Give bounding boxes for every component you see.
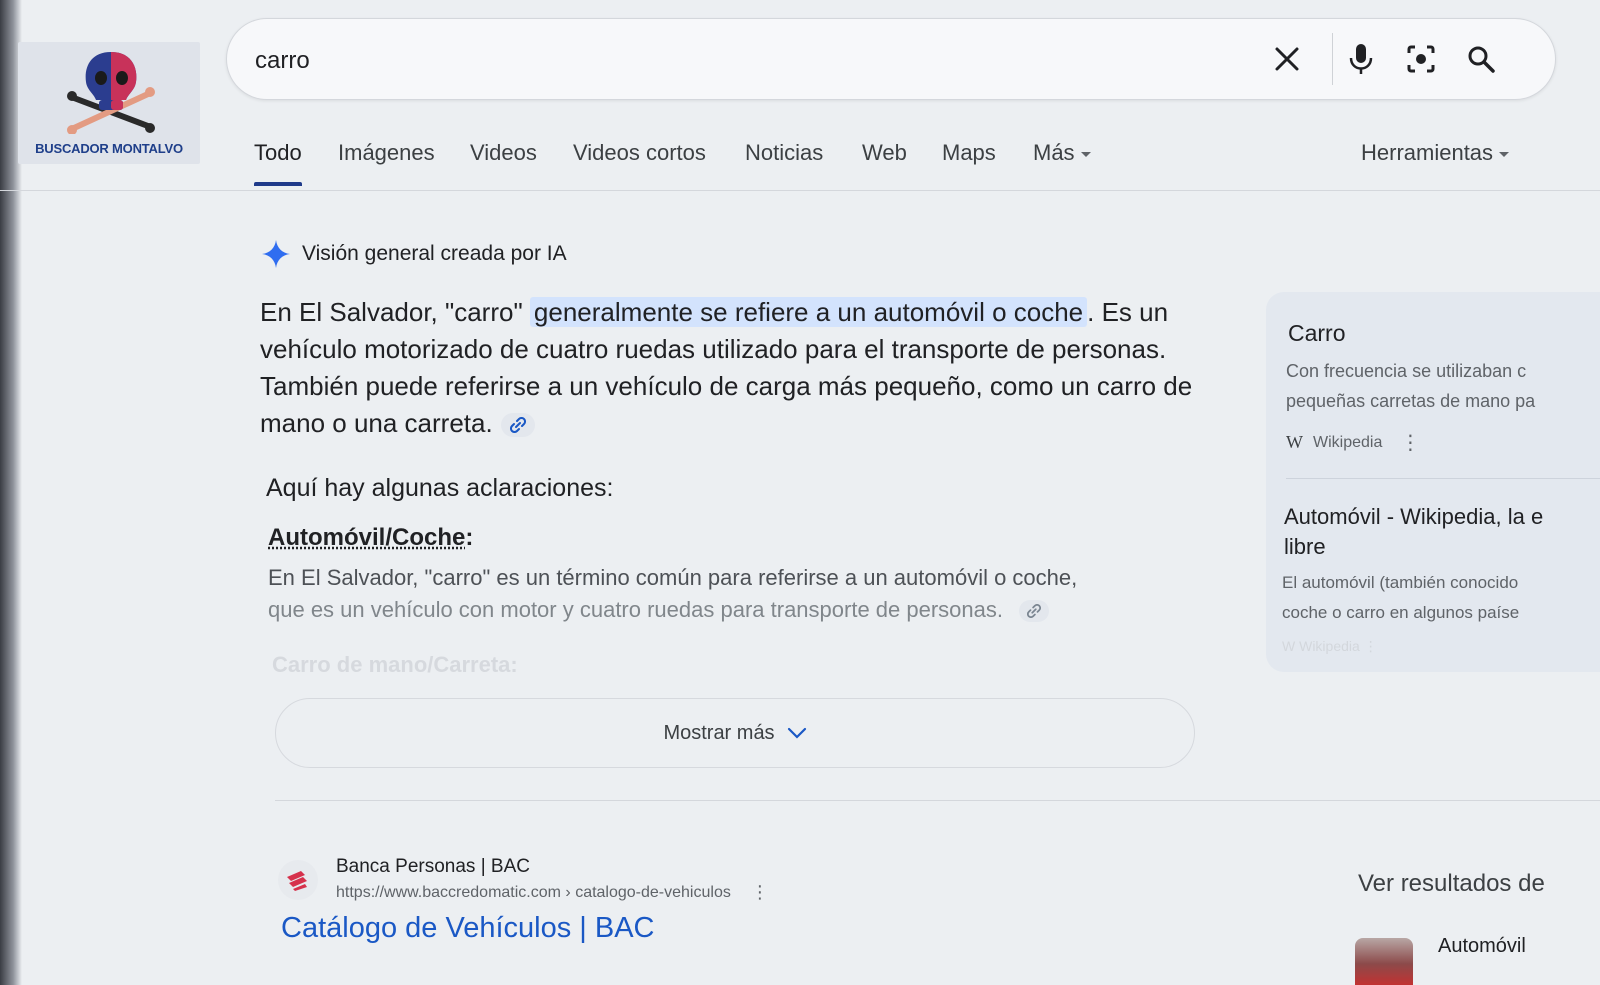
logo-text: BUSCADOR MONTALVO (35, 141, 183, 156)
tab-videos[interactable]: Videos (470, 140, 537, 166)
clarification-line-2: que es un vehículo con motor y cuatro ru… (268, 597, 1003, 622)
tab-noticias[interactable]: Noticias (745, 140, 823, 166)
summary-highlight[interactable]: generalmente se refiere a un automóvil o… (529, 297, 1088, 327)
source-site: W Wikipedia ⋮ (1286, 430, 1420, 455)
result-site-name[interactable]: Banca Personas | BAC (336, 856, 530, 878)
ai-overview-title: Visión general creada por IA (302, 242, 567, 265)
source-site-name: Wikipedia (1299, 638, 1360, 654)
ai-overview-header: Visión general creada por IA (262, 240, 567, 268)
source-site-faded: W Wikipedia ⋮ (1282, 638, 1378, 654)
tab-web[interactable]: Web (862, 140, 907, 166)
source-card-title[interactable]: Carro (1288, 320, 1346, 347)
tools-button[interactable]: Herramientas (1361, 140, 1510, 166)
clarification-item-term[interactable]: Automóvil/Coche (268, 524, 465, 551)
more-options-icon[interactable]: ⋮ (1400, 430, 1420, 455)
source-card-snippet: El automóvil (también conocido coche o c… (1282, 568, 1600, 628)
source-title-line: Automóvil - Wikipedia, la e (1284, 504, 1544, 529)
source-snippet-line: El automóvil (también conocido (1282, 573, 1519, 592)
search-input[interactable] (255, 47, 1235, 75)
source-snippet-line: Con frecuencia se utilizaban c (1286, 361, 1527, 381)
clarifications-heading: Aquí hay algunas aclaraciones: (266, 474, 614, 502)
result-title-link[interactable]: Catálogo de Vehículos | BAC (281, 912, 655, 945)
result-url: https://www.baccredomatic.com › catalogo… (336, 882, 769, 903)
car-thumbnail[interactable] (1355, 938, 1413, 985)
source-title-line: libre (1284, 534, 1326, 559)
tools-label: Herramientas (1361, 140, 1494, 165)
tabs-divider (0, 190, 1600, 191)
bac-favicon (278, 860, 318, 900)
tab-todo[interactable]: Todo (254, 140, 302, 186)
tab-imagenes[interactable]: Imágenes (338, 140, 435, 166)
caret-down-icon (1499, 151, 1510, 157)
source-snippet-line: coche o carro en algunos paíse (1282, 603, 1520, 622)
lens-camera-icon[interactable] (1403, 41, 1439, 77)
show-more-button[interactable]: Mostrar más (275, 698, 1195, 768)
site-logo[interactable]: BUSCADOR MONTALVO (18, 42, 200, 164)
source-card-snippet: Con frecuencia se utilizaban c pequeñas … (1286, 356, 1600, 416)
skull-crossbones-icon (67, 52, 155, 134)
source-divider (1286, 478, 1600, 479)
ai-overview-summary: En El Salvador, "carro" generalmente se … (260, 294, 1230, 442)
search-bar (226, 18, 1556, 100)
see-results-heading: Ver resultados de (1358, 870, 1545, 897)
entity-automovil-link[interactable]: Automóvil (1438, 935, 1526, 958)
clarification-item-colon: : (465, 524, 474, 551)
sparkle-icon (262, 240, 290, 268)
search-divider (1332, 33, 1333, 85)
tab-videos-cortos[interactable]: Videos cortos (573, 140, 706, 166)
source-link-icon[interactable] (1019, 600, 1049, 623)
microphone-icon[interactable] (1343, 41, 1379, 77)
section-divider (275, 800, 1600, 801)
search-tabs: Todo Imágenes Videos Videos cortos Notic… (254, 140, 1558, 188)
caret-down-icon (1080, 151, 1091, 157)
clarification-line-1: En El Salvador, "carro" es un término co… (268, 565, 1078, 590)
clarification-item-text: En El Salvador, "carro" es un término co… (268, 562, 1188, 626)
show-more-label: Mostrar más (663, 721, 775, 744)
chevron-down-icon (787, 727, 806, 739)
summary-text-start: En El Salvador, "carro" (260, 297, 530, 327)
tab-maps[interactable]: Maps (942, 140, 996, 166)
clarification-line-2-wrap: que es un vehículo con motor y cuatro ru… (268, 594, 1188, 626)
clear-icon[interactable] (1269, 41, 1305, 77)
more-options-icon[interactable]: ⋮ (751, 882, 769, 903)
source-card-title[interactable]: Automóvil - Wikipedia, la e libre (1284, 502, 1600, 562)
source-site-name: Wikipedia (1313, 433, 1383, 451)
wikipedia-icon: W (1286, 432, 1303, 452)
source-link-icon[interactable] (500, 413, 535, 438)
search-icon[interactable] (1463, 41, 1499, 77)
faded-next-item: Carro de mano/Carreta: (272, 652, 518, 677)
ai-sources-panel: Carro Con frecuencia se utilizaban c peq… (1266, 292, 1600, 672)
result-url-text: https://www.baccredomatic.com › catalogo… (336, 883, 731, 901)
source-snippet-line: pequeñas carretas de mano pa (1286, 391, 1536, 411)
tab-mas-label: Más (1033, 140, 1075, 165)
clarification-item-title: Automóvil/Coche: (268, 524, 473, 552)
tab-mas[interactable]: Más (1033, 140, 1091, 166)
